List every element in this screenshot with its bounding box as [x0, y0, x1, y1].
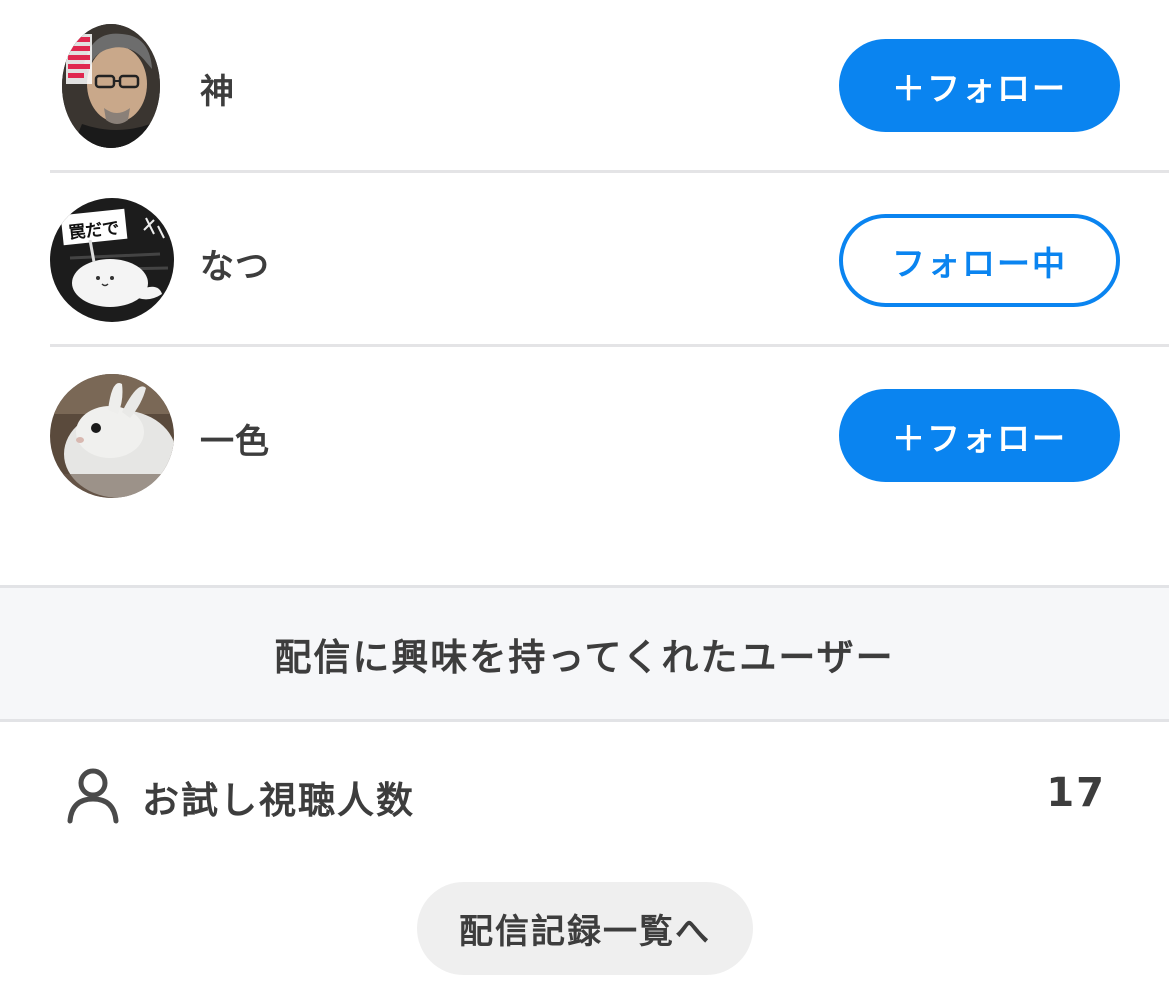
- user-row-isshiki[interactable]: 一色 ＋フォロー: [50, 347, 1169, 521]
- username[interactable]: 神: [200, 64, 235, 113]
- section-header: 配信に興味を持ってくれたユーザー: [0, 585, 1169, 722]
- avatar-image-seal-sign: 罠だで: [50, 198, 174, 322]
- person-icon: [64, 766, 122, 828]
- trial-viewers-label: お試し視聴人数: [142, 779, 415, 822]
- user-row-natsu[interactable]: 罠だで なつ フォロー中: [50, 173, 1169, 347]
- trial-viewers-stat: お試し視聴人数 17: [0, 722, 1169, 862]
- broadcast-history-button[interactable]: 配信記録一覧へ: [417, 882, 753, 975]
- follow-button[interactable]: ＋フォロー: [839, 39, 1120, 132]
- avatar-image-man-glasses: [62, 24, 160, 148]
- username[interactable]: なつ: [200, 239, 270, 288]
- trial-viewers-count: 17: [1046, 770, 1106, 816]
- avatar[interactable]: [50, 374, 174, 498]
- username[interactable]: 一色: [200, 414, 270, 463]
- follow-button[interactable]: ＋フォロー: [839, 389, 1120, 482]
- user-row-kami[interactable]: 神 ＋フォロー: [50, 0, 1169, 174]
- avatar[interactable]: 罠だで: [50, 198, 174, 322]
- section-title: 配信に興味を持ってくれたユーザー: [274, 635, 895, 679]
- avatar-image-white-rabbit: [50, 374, 174, 498]
- avatar[interactable]: [62, 24, 160, 148]
- following-button[interactable]: フォロー中: [839, 214, 1120, 307]
